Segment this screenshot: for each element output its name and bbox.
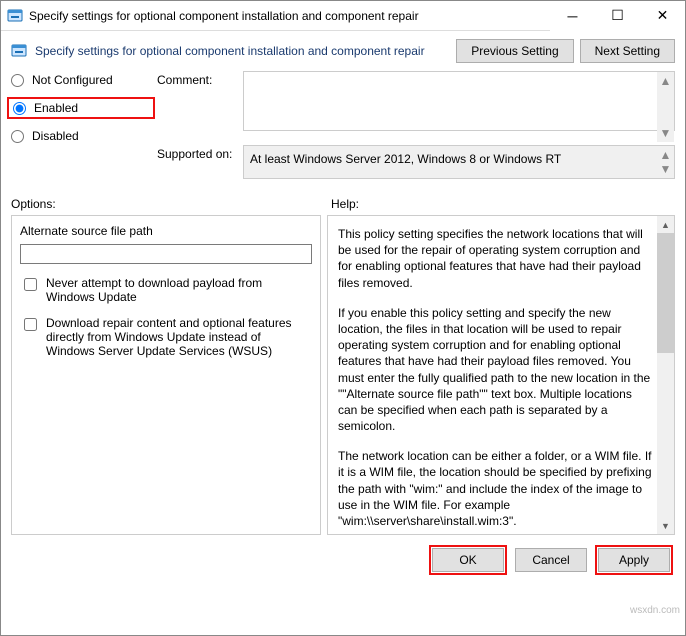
ok-button[interactable]: OK bbox=[432, 548, 504, 572]
supported-on-box: At least Windows Server 2012, Windows 8 … bbox=[243, 145, 675, 179]
never-download-label: Never attempt to download payload from W… bbox=[46, 276, 312, 304]
scroll-thumb[interactable] bbox=[657, 233, 674, 353]
maximize-button[interactable]: ☐ bbox=[595, 1, 640, 31]
radio-label: Enabled bbox=[34, 101, 78, 115]
never-download-checkbox[interactable] bbox=[24, 278, 37, 291]
download-direct-label: Download repair content and optional fea… bbox=[46, 316, 312, 358]
close-button[interactable]: ✕ bbox=[640, 1, 685, 31]
options-panel: Alternate source file path Never attempt… bbox=[11, 215, 321, 535]
radio-disabled-input[interactable] bbox=[11, 130, 24, 143]
comment-label: Comment: bbox=[157, 71, 237, 143]
dialog-footer: OK Cancel Apply bbox=[1, 535, 685, 585]
dialog-window: Specify settings for optional component … bbox=[0, 0, 686, 636]
radio-not-configured-input[interactable] bbox=[11, 74, 24, 87]
radio-disabled[interactable]: Disabled bbox=[11, 129, 151, 143]
apply-button[interactable]: Apply bbox=[598, 548, 670, 572]
radio-enabled[interactable]: Enabled bbox=[13, 101, 149, 115]
previous-setting-button[interactable]: Previous Setting bbox=[456, 39, 573, 63]
help-panel: This policy setting specifies the networ… bbox=[327, 215, 675, 535]
comment-textarea[interactable] bbox=[243, 71, 675, 131]
policy-icon bbox=[7, 8, 23, 24]
comment-scrollbar: ▲▼ bbox=[657, 72, 674, 142]
options-label: Options: bbox=[11, 197, 331, 211]
radio-not-configured[interactable]: Not Configured bbox=[11, 73, 151, 87]
radio-enabled-input[interactable] bbox=[13, 102, 26, 115]
radio-label: Not Configured bbox=[32, 73, 113, 87]
minimize-button[interactable]: ─ bbox=[550, 1, 595, 31]
policy-icon bbox=[11, 43, 27, 59]
alternate-path-input[interactable] bbox=[20, 244, 312, 264]
scroll-down-icon[interactable]: ▼ bbox=[657, 517, 674, 534]
supported-on-text: At least Windows Server 2012, Windows 8 … bbox=[250, 152, 561, 166]
cancel-button[interactable]: Cancel bbox=[515, 548, 587, 572]
help-scrollbar[interactable]: ▲ ▼ bbox=[657, 216, 674, 534]
scroll-track[interactable] bbox=[657, 233, 674, 517]
supported-scrollbar: ▲▼ bbox=[657, 146, 674, 178]
download-direct-checkbox[interactable] bbox=[24, 318, 37, 331]
titlebar: Specify settings for optional component … bbox=[1, 1, 685, 31]
radio-label: Disabled bbox=[32, 129, 79, 143]
help-text: This policy setting specifies the networ… bbox=[328, 216, 657, 534]
policy-subtitle: Specify settings for optional component … bbox=[35, 44, 450, 58]
scroll-up-icon[interactable]: ▲ bbox=[657, 216, 674, 233]
next-setting-button[interactable]: Next Setting bbox=[580, 39, 675, 63]
header: Specify settings for optional component … bbox=[1, 31, 685, 71]
help-label: Help: bbox=[331, 197, 675, 211]
window-title: Specify settings for optional component … bbox=[29, 9, 550, 23]
supported-label: Supported on: bbox=[157, 145, 237, 179]
alternate-path-label: Alternate source file path bbox=[20, 224, 312, 238]
